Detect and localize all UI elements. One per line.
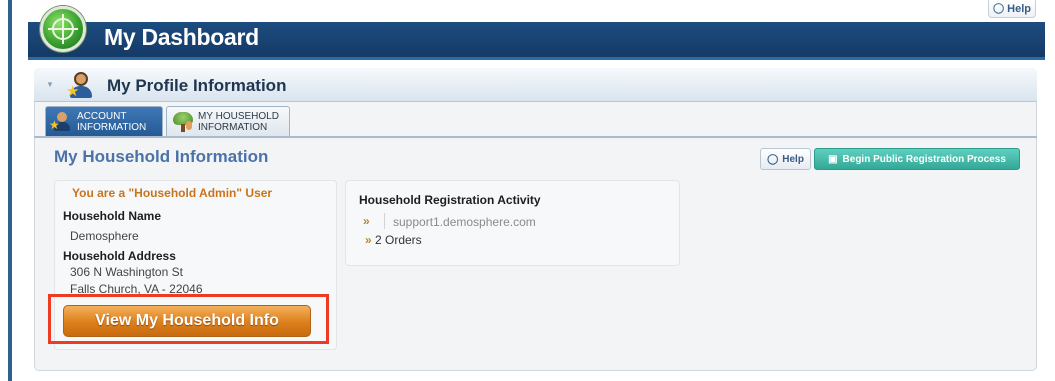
- household-name-value: Demosphere: [70, 229, 139, 243]
- profile-section-title: My Profile Information: [107, 76, 287, 95]
- speech-bubble-icon: ◯: [767, 153, 779, 165]
- cart-icon: ▣: [828, 153, 838, 165]
- help-button-label: Help: [782, 153, 804, 165]
- bullet-icon: »: [365, 233, 372, 247]
- household-address-label: Household Address: [63, 249, 176, 263]
- divider: [384, 213, 385, 229]
- activity-orders-link[interactable]: 2 Orders: [375, 233, 422, 247]
- register-button-label: Begin Public Registration Process: [842, 153, 1006, 165]
- tab-label: MY HOUSEHOLD INFORMATION: [198, 110, 279, 133]
- tab-account-information[interactable]: ★ ACCOUNT INFORMATION: [45, 106, 163, 136]
- left-edge-rule: [8, 0, 12, 381]
- user-star-icon: ★: [66, 70, 96, 100]
- globe-crosshair-icon: [40, 6, 86, 52]
- tab-label: ACCOUNT INFORMATION: [77, 110, 147, 133]
- divider: [34, 136, 1037, 138]
- household-name-label: Household Name: [63, 209, 162, 223]
- top-help-label: Help: [1007, 2, 1032, 15]
- activity-site-link[interactable]: support1.demosphere.com: [393, 215, 536, 229]
- bullet-icon: »: [363, 214, 370, 228]
- begin-public-registration-button[interactable]: ▣ Begin Public Registration Process: [814, 148, 1020, 170]
- household-section-title: My Household Information: [54, 147, 269, 166]
- view-household-info-button[interactable]: View My Household Info: [63, 305, 311, 337]
- tree-family-icon: [173, 111, 193, 132]
- collapse-arrow-icon[interactable]: ▼: [46, 80, 54, 89]
- page-title: My Dashboard: [104, 24, 259, 50]
- speech-bubble-icon: ◯: [992, 3, 1005, 14]
- help-button[interactable]: ◯ Help: [760, 148, 811, 170]
- activity-title: Household Registration Activity: [359, 193, 541, 207]
- address-line-1: 306 N Washington St: [70, 265, 183, 279]
- tab-my-household-information[interactable]: MY HOUSEHOLD INFORMATION: [166, 106, 290, 136]
- user-star-icon: ★: [49, 111, 72, 132]
- top-help-button[interactable]: ◯ Help: [988, 0, 1036, 18]
- admin-role-note: You are a "Household Admin" User: [72, 186, 273, 200]
